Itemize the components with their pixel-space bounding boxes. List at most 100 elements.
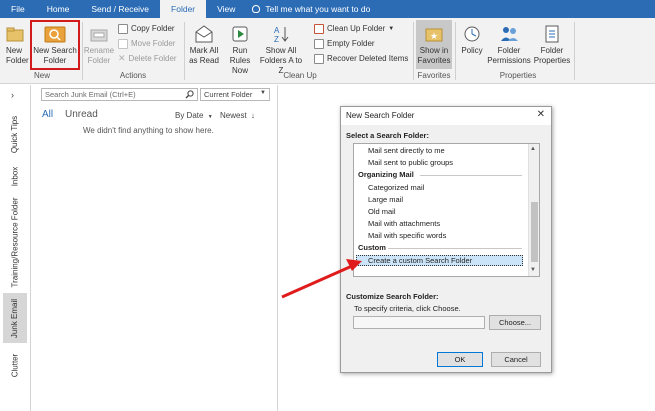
nav-item-inbox[interactable]: Inbox xyxy=(3,161,27,191)
clean-up-icon xyxy=(314,23,324,34)
search-folder-listbox[interactable]: Mail sent directly to me Mail sent to pu… xyxy=(353,143,540,277)
star-folder-icon: ★ xyxy=(424,24,444,44)
list-item[interactable]: Mail sent directly to me xyxy=(368,146,445,155)
list-item[interactable]: Large mail xyxy=(368,195,403,204)
copy-folder-button[interactable]: Copy Folder xyxy=(118,22,175,35)
rename-folder-label: Rename Folder xyxy=(83,46,115,65)
move-folder-button[interactable]: Move Folder xyxy=(118,37,175,50)
nav-item-label: Clutter xyxy=(10,353,20,377)
tell-me-text: Tell me what you want to do xyxy=(265,4,371,14)
tab-file[interactable]: File xyxy=(0,0,36,18)
scroll-down-icon[interactable]: ▼ xyxy=(530,267,536,273)
filter-unread-tab[interactable]: Unread xyxy=(65,109,98,120)
nav-item-junk-email[interactable]: Junk Email xyxy=(3,293,27,343)
new-folder-button[interactable]: New Folder xyxy=(0,24,30,66)
search-scope-value: Current Folder xyxy=(204,90,253,99)
tab-home[interactable]: Home xyxy=(36,0,81,18)
nav-item-label: Junk Email xyxy=(10,298,20,338)
new-search-folder-dialog: New Search Folder ✕ Select a Search Fold… xyxy=(340,106,552,373)
tab-folder[interactable]: Folder xyxy=(160,0,207,18)
nav-item-training-resource-folder[interactable]: Training/Resource Folder xyxy=(3,195,27,289)
close-icon[interactable]: ✕ xyxy=(537,109,545,120)
scrollbar-thumb[interactable] xyxy=(531,202,538,262)
mark-all-read-label: Mark All as Read xyxy=(189,46,219,65)
customize-search-folder-label: Customize Search Folder: xyxy=(346,292,439,301)
folder-properties-label: Folder Properties xyxy=(533,46,571,65)
mark-all-read-button[interactable]: Mark All as Read xyxy=(186,24,222,66)
recover-icon xyxy=(314,53,324,64)
expand-chevron-icon[interactable]: › xyxy=(11,90,14,100)
nav-item-label: Training/Resource Folder xyxy=(10,197,20,287)
dialog-titlebar: New Search Folder ✕ xyxy=(341,107,551,125)
sort-order-label: Newest xyxy=(220,111,247,120)
tab-send-receive[interactable]: Send / Receive xyxy=(80,0,160,18)
search-scope-dropdown[interactable]: Current Folder ▼ xyxy=(200,88,270,101)
menu-bar: File Home Send / Receive Folder View Tel… xyxy=(0,0,655,18)
group-label-clean-up: Clean Up xyxy=(283,71,317,80)
rename-folder-button[interactable]: Rename Folder xyxy=(83,24,115,66)
ribbon-separator xyxy=(184,22,185,80)
tab-view[interactable]: View xyxy=(206,0,246,18)
show-in-favorites-button[interactable]: ★ Show in Favorites xyxy=(416,20,452,69)
run-rules-icon xyxy=(230,24,250,44)
properties-icon xyxy=(542,24,562,44)
scroll-up-icon[interactable]: ▲ xyxy=(530,146,536,152)
list-item[interactable]: Old mail xyxy=(368,207,396,216)
policy-label: Policy xyxy=(461,46,483,55)
criteria-field xyxy=(353,316,485,329)
policy-icon xyxy=(462,24,482,44)
search-icon[interactable] xyxy=(185,90,194,99)
envelope-open-icon xyxy=(194,24,214,44)
empty-list-message: We didn't find anything to show here. xyxy=(83,126,214,135)
group-label-favorites: Favorites xyxy=(417,71,451,80)
group-divider xyxy=(420,175,522,176)
show-all-folders-button[interactable]: AZ Show All Folders A to Z xyxy=(258,24,304,76)
filter-all-tab[interactable]: All xyxy=(42,109,53,120)
list-item[interactable]: Categorized mail xyxy=(368,183,424,192)
tell-me-box[interactable]: Tell me what you want to do xyxy=(246,0,370,18)
group-label-properties: Properties xyxy=(499,71,537,80)
sort-order-toggle[interactable]: Newest ↓ xyxy=(220,111,255,120)
search-input[interactable]: Search Junk Email (Ctrl+E) xyxy=(41,88,198,101)
delete-folder-icon: ✕ xyxy=(118,53,126,63)
list-item-selected[interactable]: Create a custom Search Folder xyxy=(368,256,472,265)
move-folder-icon xyxy=(118,38,128,49)
listbox-scrollbar[interactable]: ▲ ▼ xyxy=(528,144,539,276)
recover-deleted-button[interactable]: Recover Deleted Items xyxy=(314,52,408,65)
choose-button[interactable]: Choose... xyxy=(489,315,541,330)
copy-folder-icon xyxy=(118,23,128,34)
lightbulb-icon xyxy=(252,5,261,13)
list-item[interactable]: Mail with specific words xyxy=(368,231,446,240)
ok-button[interactable]: OK xyxy=(437,352,483,367)
folder-properties-button[interactable]: Folder Properties xyxy=(533,24,571,66)
policy-button[interactable]: Policy xyxy=(457,24,487,56)
empty-folder-icon xyxy=(314,38,324,49)
cancel-button[interactable]: Cancel xyxy=(491,352,541,367)
search-placeholder: Search Junk Email (Ctrl+E) xyxy=(45,90,136,99)
chevron-down-icon: ▼ xyxy=(260,90,266,96)
folder-permissions-button[interactable]: Folder Permissions xyxy=(487,24,531,66)
ribbon-separator xyxy=(574,22,575,80)
nav-item-quick-tips[interactable]: Quick Tips xyxy=(3,111,27,157)
group-label-actions: Actions xyxy=(119,71,147,80)
folder-permissions-label: Folder Permissions xyxy=(487,46,531,65)
clean-up-folder-label: Clean Up Folder xyxy=(327,24,386,33)
svg-text:★: ★ xyxy=(430,32,438,42)
run-rules-now-button[interactable]: Run Rules Now xyxy=(222,24,258,76)
empty-folder-button[interactable]: Empty Folder xyxy=(314,37,375,50)
run-rules-now-label: Run Rules Now xyxy=(229,46,251,75)
clean-up-folder-button[interactable]: Clean Up Folder ▼ xyxy=(314,22,394,35)
ribbon: New Folder New Search Folder New Rename … xyxy=(0,18,655,84)
delete-folder-button[interactable]: ✕ Delete Folder xyxy=(118,52,177,65)
list-item[interactable]: Mail with attachments xyxy=(368,219,440,228)
chevron-down-icon: ▼ xyxy=(388,25,395,32)
sort-by-dropdown[interactable]: By Date ▼ xyxy=(175,111,213,120)
nav-item-label: Inbox xyxy=(10,166,20,186)
delete-folder-label: Delete Folder xyxy=(128,54,177,63)
list-item[interactable]: Mail sent to public groups xyxy=(368,158,453,167)
sort-az-icon: AZ xyxy=(271,24,291,44)
svg-text:A: A xyxy=(274,26,280,35)
copy-folder-label: Copy Folder xyxy=(131,24,175,33)
chevron-down-icon: ▼ xyxy=(207,114,213,120)
nav-item-clutter[interactable]: Clutter xyxy=(3,347,27,383)
